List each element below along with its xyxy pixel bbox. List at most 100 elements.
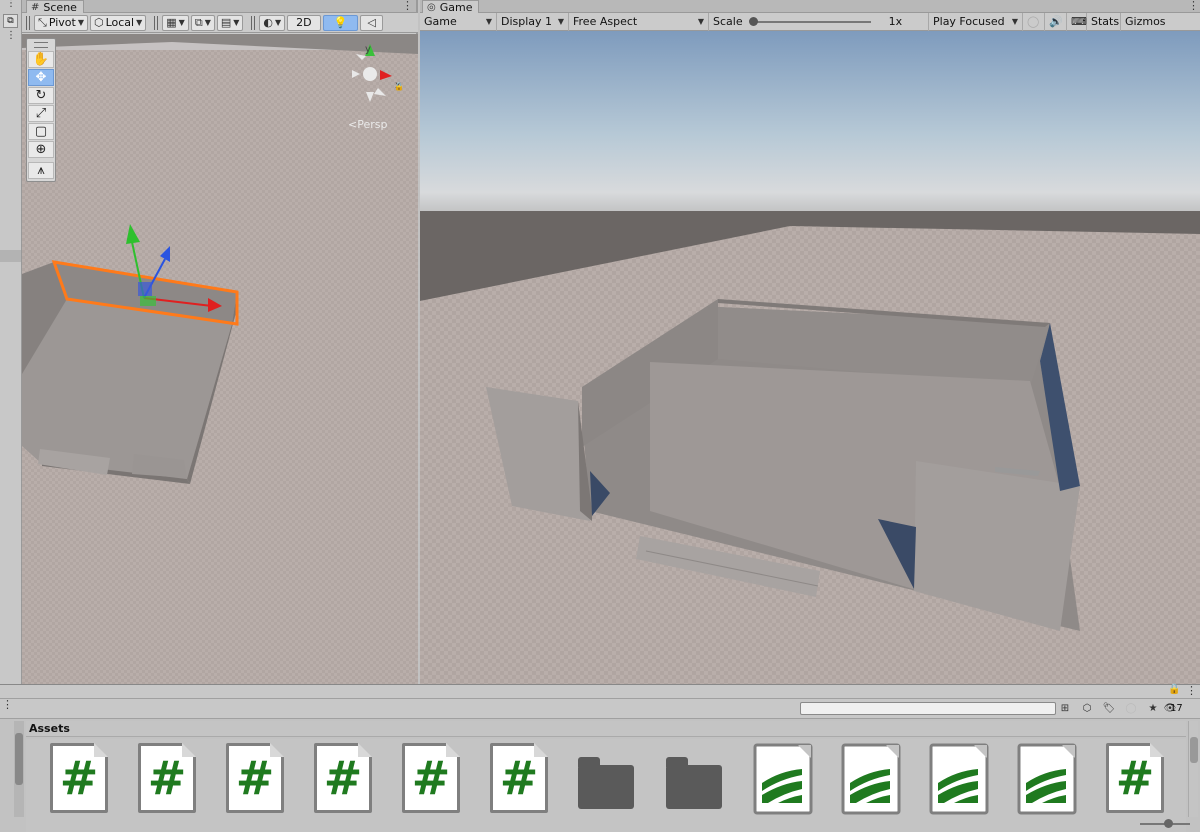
hand-tool-icon[interactable]: ✋: [28, 51, 54, 68]
chevron-down-icon: ▼: [557, 17, 564, 26]
script-asset[interactable]: #: [398, 743, 462, 819]
move-tool-icon[interactable]: ✥: [28, 69, 54, 86]
csharp-script-icon: #: [1106, 743, 1164, 813]
gamepad-icon: ◎: [427, 1, 436, 13]
script-asset[interactable]: #: [222, 743, 286, 819]
scale-value: 1x: [888, 15, 903, 28]
chevron-down-icon: ▼: [204, 18, 211, 27]
assets-breadcrumb[interactable]: Assets: [26, 721, 1186, 737]
persp-label[interactable]: <Persp: [348, 118, 387, 131]
terrain-layer-icon: [1017, 743, 1077, 815]
scale-control[interactable]: Scale 1x: [709, 12, 929, 31]
csharp-script-icon: #: [490, 743, 548, 813]
palette-grip-icon[interactable]: [34, 42, 48, 48]
assets-scrollbar[interactable]: [1188, 721, 1198, 817]
terrain-asset[interactable]: [1014, 743, 1078, 819]
display-dropdown[interactable]: Display 1 ▼: [497, 12, 569, 31]
grid-snap-button[interactable]: ▦ ▼: [162, 14, 189, 31]
aspect-dropdown[interactable]: Free Aspect ▼: [569, 12, 709, 31]
folder-tree-scrollbar[interactable]: [14, 721, 24, 817]
script-asset[interactable]: #: [310, 743, 374, 819]
terrain-layer-icon: [929, 743, 989, 815]
audio-mute-icon[interactable]: 🔊: [1045, 12, 1067, 31]
scene-menu-icon[interactable]: ⋮: [402, 0, 413, 12]
game-menu-icon[interactable]: ⋮: [1188, 0, 1199, 12]
scale-label: Scale: [713, 15, 743, 28]
gizmos-button[interactable]: Gizmos: [1121, 13, 1171, 31]
search-input[interactable]: [800, 702, 1056, 715]
keyboard-icon[interactable]: ⌨: [1067, 12, 1087, 31]
scale-slider-knob[interactable]: [748, 16, 758, 26]
pivot-dropdown[interactable]: ⤡ Pivot ▼: [34, 14, 88, 31]
game-3d-render: [420, 31, 1200, 684]
left-dock-strip: ⋮ ⧉ ⋮: [0, 0, 22, 684]
transform-tool-icon[interactable]: ⊕: [28, 141, 54, 158]
increment-snap-button[interactable]: ⧉ ▼: [190, 14, 215, 31]
scrollbar-thumb[interactable]: [15, 733, 23, 785]
icon-size-slider-knob[interactable]: [1164, 819, 1173, 828]
play-mode-dropdown[interactable]: Play Focused ▼: [929, 12, 1023, 31]
stats-button[interactable]: Stats: [1087, 12, 1121, 31]
tab-game[interactable]: ◎ Game: [422, 0, 480, 14]
folder-asset[interactable]: [662, 743, 726, 819]
hierarchy-toggle-icon[interactable]: ⧉: [3, 14, 18, 28]
scale-tool-icon[interactable]: ⤢: [28, 105, 54, 122]
terrain-asset[interactable]: [838, 743, 902, 819]
filter-log-icon[interactable]: ◯: [1124, 702, 1138, 715]
mode-2d-toggle[interactable]: 2D: [287, 14, 321, 31]
script-asset[interactable]: #: [486, 743, 550, 819]
game-view-dropdown[interactable]: Game ▼: [420, 12, 497, 31]
rotate-tool-icon[interactable]: ↻: [28, 87, 54, 104]
icon-size-slider[interactable]: [1140, 819, 1190, 828]
collapsed-panel-band[interactable]: [0, 250, 21, 262]
script-asset[interactable]: #: [1102, 743, 1166, 819]
kebab-menu-icon[interactable]: ⋮: [6, 30, 16, 41]
tab-scene[interactable]: # Scene: [26, 0, 84, 13]
grid-icon: #: [31, 1, 40, 13]
frame-debugger-icon[interactable]: ◯: [1023, 12, 1045, 31]
favorites-star-icon[interactable]: ★: [1146, 702, 1160, 715]
toolbar-grip-icon[interactable]: [154, 15, 159, 30]
script-asset[interactable]: #: [46, 743, 110, 819]
lighting-toggle[interactable]: 💡: [322, 14, 359, 31]
terrain-asset[interactable]: [750, 743, 814, 819]
terrain-layer-icon: [841, 743, 901, 815]
lock-icon[interactable]: 🔒: [1168, 684, 1180, 695]
script-asset[interactable]: #: [134, 743, 198, 819]
axis-y-label: y: [365, 44, 371, 55]
pivot-icon: ⤡: [38, 15, 47, 29]
grid-visibility-button[interactable]: ▤ ▼: [216, 14, 244, 31]
project-menu-icon[interactable]: ⋮: [1186, 684, 1197, 697]
folder-asset[interactable]: [574, 743, 638, 819]
shading-mode-button[interactable]: ◐ ▼: [259, 14, 286, 31]
toolbar-grip-icon[interactable]: [251, 15, 256, 30]
mode-2d-label: 2D: [296, 16, 312, 29]
rect-tool-icon[interactable]: ▢: [28, 123, 54, 140]
terrain-asset[interactable]: [926, 743, 990, 819]
custom-tool-icon[interactable]: ⩚: [28, 162, 54, 179]
hash-glyph: #: [411, 751, 451, 805]
scene-panel: # Scene ⋮ ⤡ Pivot ▼ ⬡ Local ▼ ▦ ▼ ⧉ ▼ ▤ ▼ ◐…: [22, 0, 418, 684]
kebab-menu-icon[interactable]: ⋮: [2, 698, 13, 711]
filter-by-label-icon[interactable]: 🏷: [1102, 702, 1116, 715]
tab-game-label: Game: [439, 0, 473, 14]
lock-icon[interactable]: 🔒: [394, 82, 404, 91]
folder-icon: [666, 757, 722, 809]
scene-3d-render: y x: [22, 34, 418, 684]
assets-grid: # # # # # # #: [26, 739, 1186, 832]
scrollbar-thumb[interactable]: [1190, 737, 1198, 763]
toolbar-grip-icon[interactable]: [26, 15, 30, 30]
filter-by-type-icon[interactable]: ⬡: [1080, 702, 1094, 715]
scene-viewport[interactable]: y x ✋ ✥ ↻ ⤢ ▢ ⊕ ⩚ 🔒 <Persp: [22, 34, 418, 684]
game-tab-bar: ◎ Game ⋮: [420, 0, 1200, 13]
audio-toggle[interactable]: ◁: [360, 14, 383, 31]
scale-slider[interactable]: [748, 16, 871, 26]
hash-glyph: #: [147, 751, 187, 805]
game-viewport[interactable]: [420, 31, 1200, 684]
kebab-menu-icon[interactable]: ⋮: [6, 0, 16, 9]
aspect-label: Free Aspect: [573, 15, 638, 28]
local-dropdown[interactable]: ⬡ Local ▼: [89, 14, 147, 31]
chevron-down-icon: ▼: [77, 18, 84, 27]
local-cube-icon: ⬡: [93, 16, 104, 29]
search-by-type-icon[interactable]: ⊞: [1058, 702, 1072, 715]
